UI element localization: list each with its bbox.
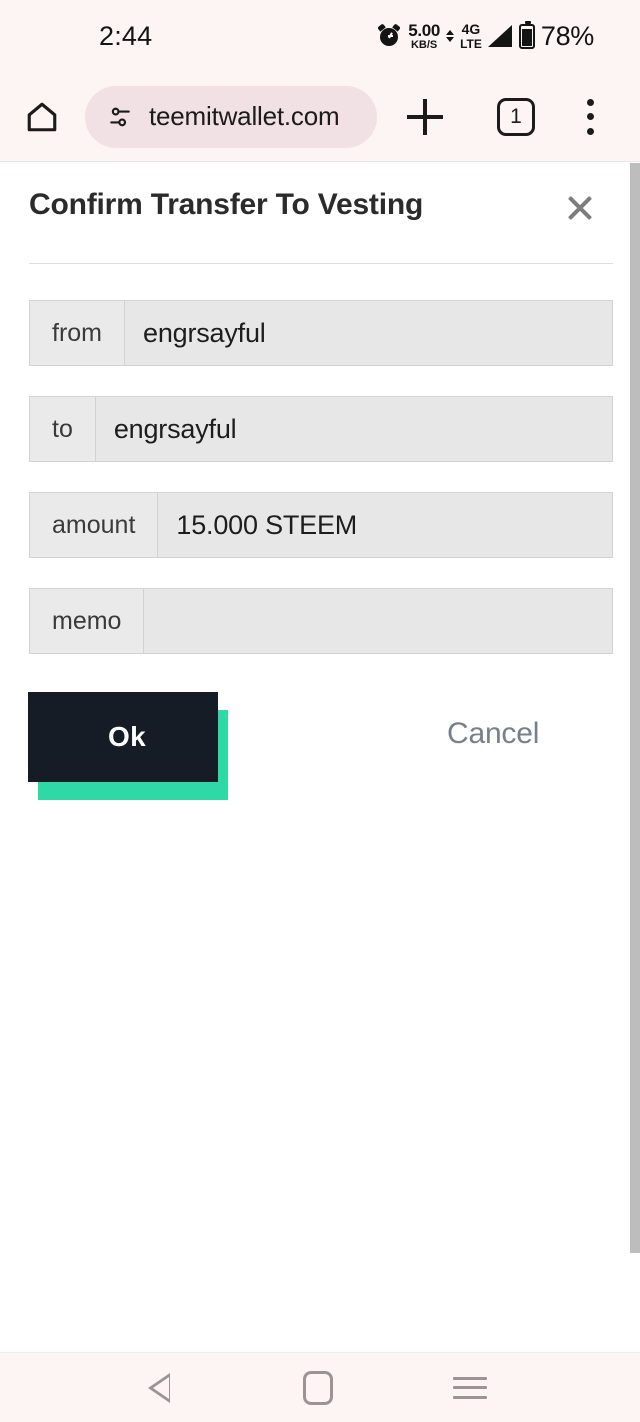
title-divider	[29, 263, 613, 264]
page-title: Confirm Transfer To Vesting	[29, 188, 424, 221]
field-memo-value[interactable]	[144, 589, 612, 653]
network-lte-label: LTE	[460, 37, 482, 51]
page-content: Confirm Transfer To Vesting from engrsay…	[0, 163, 640, 1352]
alarm-icon	[377, 23, 401, 47]
page-scrollbar[interactable]	[630, 163, 640, 1253]
ok-button[interactable]: Ok	[28, 692, 218, 782]
field-amount-label: amount	[30, 493, 159, 557]
status-bar-clock: 2:44	[99, 20, 153, 51]
plus-icon[interactable]	[407, 98, 443, 135]
status-bar: 2:44 5.00 KB/S 4G LTE 78%	[0, 0, 640, 72]
field-from-value[interactable]: engrsayful	[125, 301, 612, 365]
field-to-value[interactable]: engrsayful	[95, 397, 612, 461]
transfer-fields: from engrsayful to engrsayful amount 15.…	[29, 300, 613, 684]
field-to-label: to	[30, 397, 96, 461]
overflow-menu-icon[interactable]	[587, 98, 594, 135]
network-speed-indicator: 5.00 KB/S	[408, 22, 440, 51]
signal-icon	[487, 25, 512, 47]
status-bar-indicators: 5.00 KB/S 4G LTE 78%	[377, 20, 594, 52]
field-from[interactable]: from engrsayful	[29, 300, 613, 366]
home-square-icon[interactable]	[303, 1370, 333, 1405]
ok-button-wrapper: Ok	[28, 692, 228, 800]
back-triangle-icon[interactable]	[148, 1372, 170, 1403]
cancel-button[interactable]: Cancel	[447, 717, 539, 751]
dialog-actions: Ok Cancel	[0, 692, 640, 802]
network-speed-unit: KB/S	[410, 38, 438, 51]
field-to[interactable]: to engrsayful	[29, 396, 613, 462]
tab-count-label: 1	[510, 104, 522, 128]
tune-icon[interactable]	[107, 104, 133, 130]
url-text[interactable]: teemitwallet.com	[149, 101, 340, 132]
network-speed-value: 5.00	[408, 20, 441, 40]
home-icon[interactable]	[25, 100, 59, 134]
recents-hamburger-icon[interactable]	[453, 1376, 487, 1399]
battery-percent-label: 78%	[540, 20, 594, 51]
field-amount-value[interactable]: 15.000 STEEM	[158, 493, 612, 557]
battery-icon	[518, 20, 535, 49]
tab-counter-button[interactable]: 1	[497, 97, 535, 136]
upload-download-icon	[446, 30, 455, 42]
field-memo-label: memo	[30, 589, 145, 653]
field-amount[interactable]: amount 15.000 STEEM	[29, 492, 613, 558]
phone-screen: 2:44 5.00 KB/S 4G LTE 78% teemitwallet.c…	[0, 0, 640, 1422]
android-navigation-bar	[0, 1352, 640, 1422]
url-bar[interactable]: teemitwallet.com	[85, 85, 377, 148]
browser-toolbar: teemitwallet.com 1	[0, 72, 640, 162]
field-memo[interactable]: memo	[29, 588, 613, 654]
network-type-label: 4G	[461, 21, 481, 37]
field-from-label: from	[30, 301, 125, 365]
network-type-indicator: 4G LTE	[460, 22, 482, 50]
close-icon[interactable]	[561, 189, 599, 227]
